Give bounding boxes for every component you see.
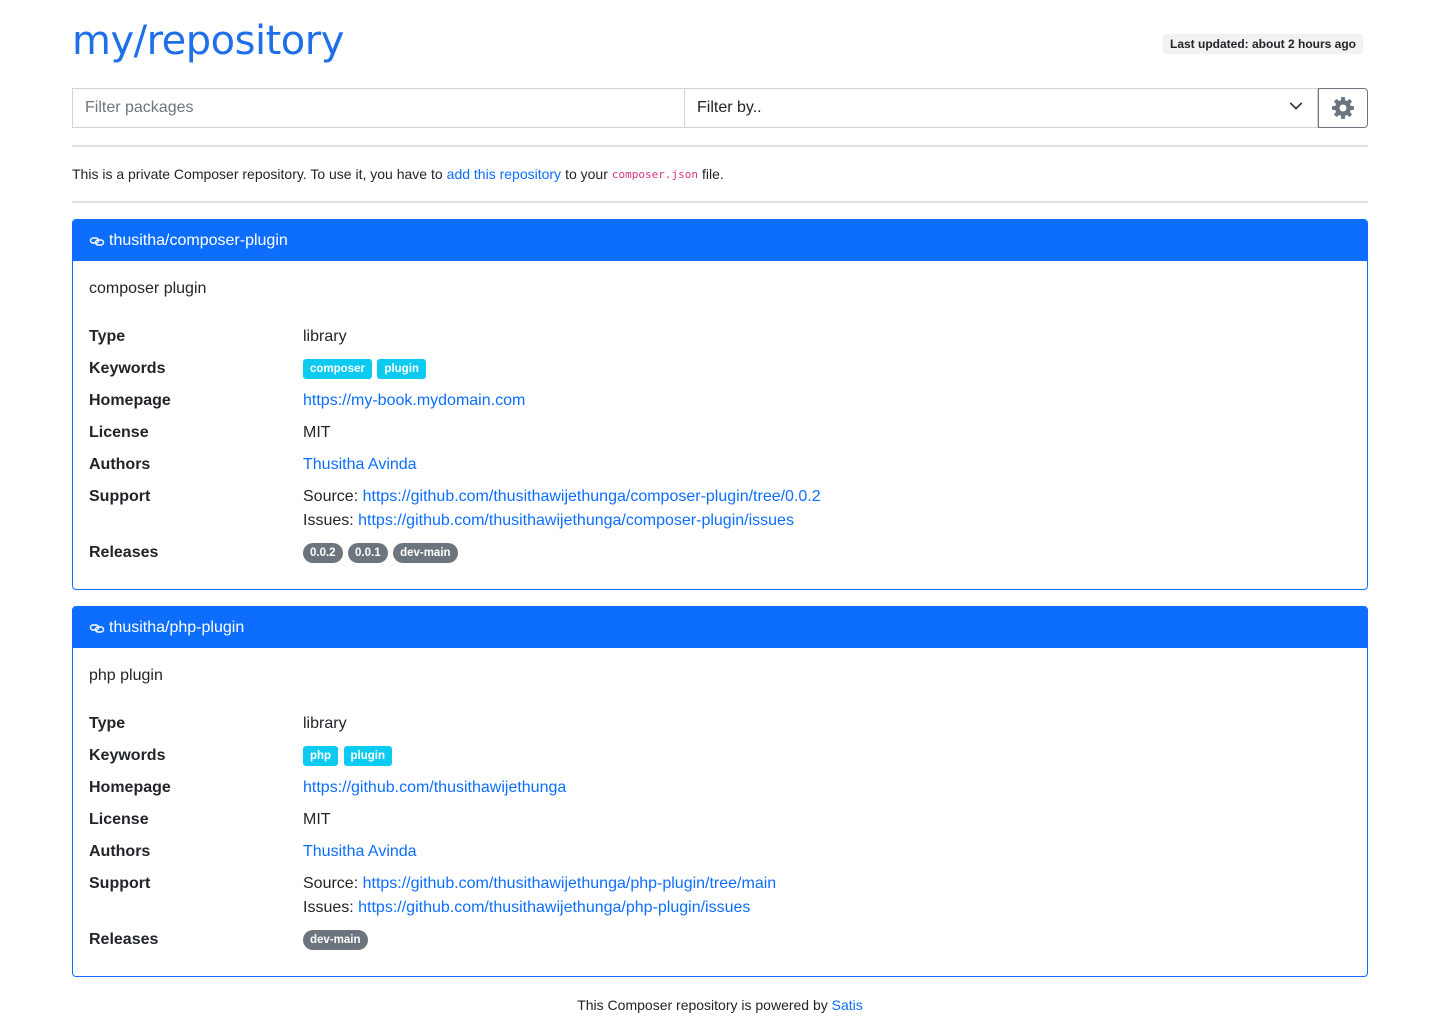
filter-packages-input[interactable] xyxy=(72,88,684,128)
authors-row: Authors Thusitha Avinda xyxy=(89,453,1351,477)
page-title[interactable]: my/repository xyxy=(72,18,344,64)
releases-row: Releases 0.0.2 0.0.1 dev-main xyxy=(89,541,1351,565)
keywords-label: Keywords xyxy=(89,747,166,764)
keyword-badge[interactable]: php xyxy=(303,745,339,766)
composer-json-code: composer.json xyxy=(611,167,698,181)
type-row: Type library xyxy=(89,325,1351,349)
keyword-badge[interactable]: plugin xyxy=(377,358,426,379)
homepage-label: Homepage xyxy=(89,779,171,796)
package-name: thusitha/php-plugin xyxy=(109,618,245,636)
support-source-link[interactable]: https://github.com/thusithawijethunga/co… xyxy=(363,488,821,505)
footer: This Composer repository is powered by S… xyxy=(72,997,1368,1013)
chevron-down-icon xyxy=(1289,102,1303,110)
license-value: MIT xyxy=(303,424,331,441)
package-description: composer plugin xyxy=(89,280,207,297)
support-issues-link[interactable]: https://github.com/thusithawijethunga/co… xyxy=(358,512,794,529)
license-row: License MIT xyxy=(89,808,1351,832)
issues-prefix: Issues: xyxy=(303,899,354,916)
link-icon xyxy=(89,236,105,246)
support-source-link[interactable]: https://github.com/thusithawijethunga/ph… xyxy=(363,875,777,892)
satis-link[interactable]: Satis xyxy=(832,997,863,1013)
source-prefix: Source: xyxy=(303,488,359,505)
type-label: Type xyxy=(89,715,126,732)
footer-text: This Composer repository is powered by xyxy=(577,997,828,1013)
license-label: License xyxy=(89,811,149,828)
homepage-row: Homepage https://github.com/thusithawije… xyxy=(89,776,1351,800)
filter-by-select[interactable]: Filter by.. xyxy=(684,88,1318,128)
release-badge[interactable]: 0.0.1 xyxy=(348,542,388,563)
gear-icon xyxy=(1332,97,1354,119)
package-description: php plugin xyxy=(89,667,163,684)
support-row: Support Source: https://github.com/thusi… xyxy=(89,485,1351,533)
author-link[interactable]: Thusitha Avinda xyxy=(303,843,417,860)
support-issues-link[interactable]: https://github.com/thusithawijethunga/ph… xyxy=(358,899,750,916)
package-card: thusitha/composer-plugin composer plugin… xyxy=(72,219,1368,590)
add-repository-link[interactable]: add this repository xyxy=(447,166,561,182)
divider xyxy=(72,201,1368,203)
releases-label: Releases xyxy=(89,544,159,561)
type-row: Type library xyxy=(89,712,1351,736)
license-label: License xyxy=(89,424,149,441)
authors-label: Authors xyxy=(89,456,151,473)
keyword-badge[interactable]: plugin xyxy=(343,745,393,766)
releases-row: Releases dev-main xyxy=(89,928,1351,952)
link-icon xyxy=(89,623,105,633)
settings-button[interactable] xyxy=(1318,88,1368,128)
release-badge[interactable]: dev-main xyxy=(303,929,368,950)
homepage-link[interactable]: https://my-book.mydomain.com xyxy=(303,392,525,409)
authors-label: Authors xyxy=(89,843,151,860)
releases-label: Releases xyxy=(89,931,159,948)
support-row: Support Source: https://github.com/thusi… xyxy=(89,872,1351,920)
package-name: thusitha/composer-plugin xyxy=(109,231,288,249)
keywords-row: Keywords php plugin xyxy=(89,744,1351,768)
intro-text-before: This is a private Composer repository. T… xyxy=(72,166,443,182)
authors-row: Authors Thusitha Avinda xyxy=(89,840,1351,864)
package-header[interactable]: thusitha/php-plugin xyxy=(73,607,1367,648)
filter-by-label: Filter by.. xyxy=(697,99,762,116)
release-badge[interactable]: dev-main xyxy=(393,542,458,563)
support-label: Support xyxy=(89,488,151,505)
intro-text: This is a private Composer repository. T… xyxy=(72,147,1368,201)
homepage-row: Homepage https://my-book.mydomain.com xyxy=(89,389,1351,413)
package-header[interactable]: thusitha/composer-plugin xyxy=(73,220,1367,261)
license-value: MIT xyxy=(303,811,331,828)
page-header: my/repository Last updated: about 2 hour… xyxy=(72,0,1368,88)
license-row: License MIT xyxy=(89,421,1351,445)
type-value: library xyxy=(303,715,347,732)
support-label: Support xyxy=(89,875,151,892)
author-link[interactable]: Thusitha Avinda xyxy=(303,456,417,473)
issues-prefix: Issues: xyxy=(303,512,354,529)
homepage-link[interactable]: https://github.com/thusithawijethunga xyxy=(303,779,566,796)
filter-bar: Filter by.. xyxy=(72,88,1368,128)
homepage-label: Homepage xyxy=(89,392,171,409)
type-value: library xyxy=(303,328,347,345)
intro-text-after: file. xyxy=(701,166,724,182)
source-prefix: Source: xyxy=(303,875,359,892)
intro-text-middle: to your xyxy=(565,166,608,182)
type-label: Type xyxy=(89,328,126,345)
keyword-badge[interactable]: composer xyxy=(303,358,372,379)
release-badge[interactable]: 0.0.2 xyxy=(303,542,343,563)
keywords-row: Keywords composer plugin xyxy=(89,357,1351,381)
package-card: thusitha/php-plugin php plugin Type libr… xyxy=(72,606,1368,977)
keywords-label: Keywords xyxy=(89,360,166,377)
last-updated-badge: Last updated: about 2 hours ago xyxy=(1162,34,1363,54)
